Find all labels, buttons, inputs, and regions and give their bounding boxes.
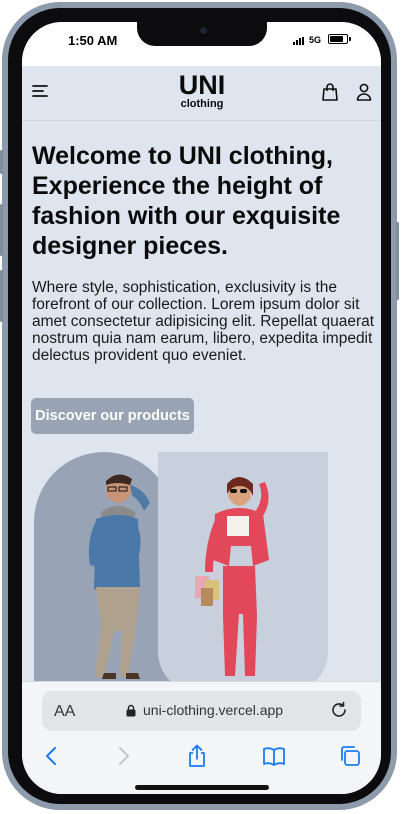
battery-icon: [328, 34, 351, 44]
volume-up-button: [0, 204, 3, 256]
reload-icon[interactable]: [330, 701, 348, 719]
hero-description: Where style, sophistication, exclusivity…: [32, 279, 375, 364]
address-bar[interactable]: AA uni-clothing.vercel.app: [42, 691, 361, 731]
text-size-button[interactable]: AA: [54, 703, 75, 721]
url-text[interactable]: uni-clothing.vercel.app: [143, 702, 283, 718]
phone-screen: 1:50 AM 5G UNI clothing Welcome to UNI c…: [22, 22, 381, 794]
browser-toolbar: AA uni-clothing.vercel.app: [22, 681, 381, 794]
bookmarks-icon[interactable]: [262, 744, 286, 768]
male-model-image: [88, 474, 150, 679]
network-label: 5G: [309, 35, 322, 45]
home-indicator: [135, 785, 269, 790]
signal-icon: [293, 37, 305, 45]
mute-switch: [0, 150, 3, 174]
tabs-icon[interactable]: [338, 744, 362, 768]
hero-title: Welcome to UNI clothing, Experience the …: [32, 142, 341, 260]
discover-products-button[interactable]: Discover our products: [31, 398, 194, 434]
menu-icon[interactable]: [32, 84, 50, 98]
back-icon[interactable]: [40, 744, 64, 768]
female-model-image: [195, 477, 269, 676]
forward-icon[interactable]: [111, 744, 135, 768]
notch: [137, 22, 267, 46]
user-icon[interactable]: [356, 83, 372, 101]
site-header: UNI clothing: [22, 66, 381, 121]
share-icon[interactable]: [185, 744, 209, 768]
brand-name: UNI: [178, 70, 226, 100]
volume-down-button: [0, 270, 3, 322]
status-time: 1:50 AM: [68, 33, 118, 48]
camera-icon: [200, 27, 207, 34]
hero-section: Welcome to UNI clothing, Experience the …: [22, 121, 381, 692]
power-button: [396, 222, 399, 300]
lock-icon: [126, 704, 136, 717]
brand-logo[interactable]: UNI clothing: [152, 70, 252, 111]
brand-subtitle: clothing: [180, 98, 224, 110]
shopping-bag-icon[interactable]: [322, 83, 338, 101]
